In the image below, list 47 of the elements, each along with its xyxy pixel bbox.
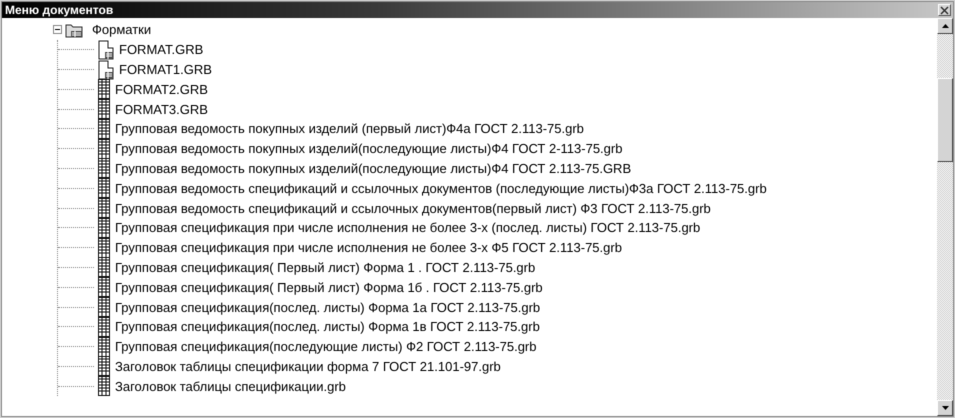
scroll-thumb[interactable]: [937, 78, 953, 162]
table-sheet-icon: [98, 356, 110, 376]
table-sheet-icon: [98, 336, 110, 357]
tree-item[interactable]: Групповая спецификация(последующие листы) Ф2 ГОСТ 2.113-75.grb: [115, 339, 536, 354]
table-sheet-icon: [98, 79, 110, 100]
tree-item[interactable]: Групповая спецификация( Первый лист) Форма 1 . ГОСТ 2.113-75.grb: [115, 260, 536, 275]
tree-item[interactable]: Групповая спецификация при числе исполнения не более 3-х (послед. листы) ГОСТ 2.113-75.grb: [115, 220, 700, 236]
table-sheet-icon: [98, 118, 110, 139]
tree-item[interactable]: Групповая ведомость покупных изделий(последующие листы)Ф4 ГОСТ 2-113-75.grb: [115, 141, 622, 156]
table-sheet-icon: [98, 178, 110, 198]
tree-item[interactable]: FORMAT.GRB: [119, 42, 204, 58]
tree-item[interactable]: Групповая ведомость спецификаций и ссылочных документов(первый лист) Ф3 ГОСТ 2.113-75.grb: [115, 200, 711, 216]
vertical-scrollbar[interactable]: [937, 18, 953, 416]
close-button[interactable]: [938, 4, 951, 16]
scroll-down-button[interactable]: [937, 400, 953, 416]
form-sheet-icon: [98, 40, 114, 60]
table-sheet-icon: [98, 218, 110, 238]
tree-item[interactable]: Групповая ведомость покупных изделий(последующие листы)Ф4 ГОСТ 2.113-75.GRB: [115, 160, 632, 176]
collapse-toggle-icon[interactable]: [53, 25, 62, 34]
tree-item[interactable]: Заголовок таблицы спецификации форма 7 ГОСТ 21.101-97.grb: [115, 358, 501, 374]
table-sheet-icon: [98, 277, 110, 298]
table-sheet-icon: [98, 158, 110, 178]
tree-item[interactable]: Форматки: [92, 22, 152, 38]
tree-item[interactable]: FORMAT1.GRB: [119, 62, 212, 77]
window-title: Меню документов: [5, 2, 114, 18]
table-sheet-icon: [98, 238, 110, 258]
tree-item[interactable]: Групповая спецификация(послед. листы) Форма 1а ГОСТ 2.113-75.grb: [115, 300, 540, 315]
tree-item[interactable]: Заголовок таблицы спецификации.grb: [115, 378, 346, 394]
table-sheet-icon: [98, 198, 110, 218]
tree-item[interactable]: Групповая спецификация при числе исполнения не более 3-х Ф5 ГОСТ 2.113-75.grb: [115, 240, 622, 256]
table-sheet-icon: [98, 376, 110, 396]
tree-item[interactable]: Групповая спецификация( Первый лист) Форма 1б . ГОСТ 2.113-75.grb: [115, 280, 543, 295]
down-arrow-icon: [942, 406, 948, 410]
scroll-up-button[interactable]: [937, 18, 953, 34]
table-sheet-icon: [98, 316, 110, 337]
folder-icon: [65, 22, 83, 38]
form-sheet-icon: [98, 60, 114, 80]
tree-item[interactable]: Групповая ведомость покупных изделий (первый лист)Ф4а ГОСТ 2.113-75.grb: [115, 121, 584, 136]
table-sheet-icon: [98, 138, 110, 159]
tree-item[interactable]: FORMAT3.GRB: [115, 102, 208, 117]
table-sheet-icon: [98, 99, 110, 120]
table-sheet-icon: [98, 257, 110, 278]
tree-item[interactable]: Групповая ведомость спецификаций и ссылочных документов (последующие листы)Ф3а ГОСТ 2.113-75.grb: [115, 180, 767, 196]
tree-item[interactable]: Групповая спецификация(послед. листы) Форма 1в ГОСТ 2.113-75.grb: [115, 319, 540, 334]
up-arrow-icon: [942, 24, 948, 28]
tree-item[interactable]: FORMAT2.GRB: [115, 82, 208, 97]
table-sheet-icon: [98, 297, 110, 318]
